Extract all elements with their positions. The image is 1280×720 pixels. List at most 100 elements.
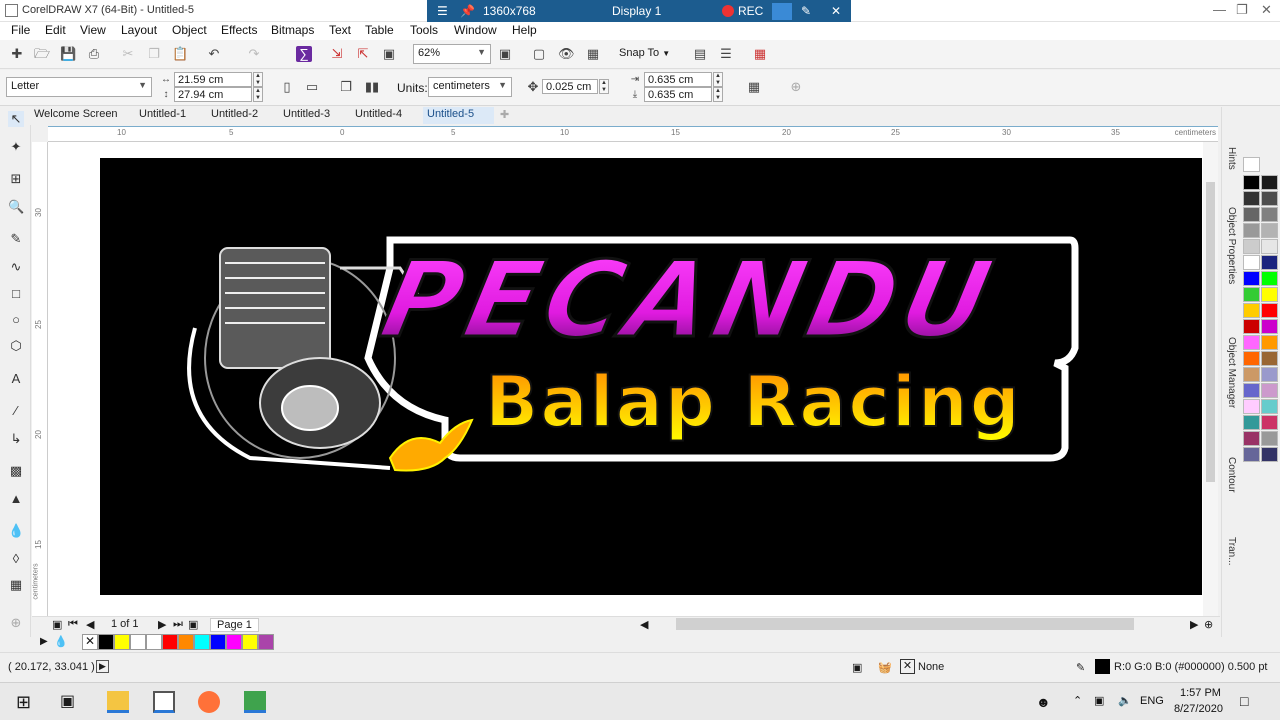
print-icon[interactable]: ⎙ xyxy=(86,46,102,62)
palette-swatch[interactable] xyxy=(1261,287,1278,302)
palette-swatch[interactable] xyxy=(1243,319,1260,334)
artistic-media-icon[interactable]: ∿ xyxy=(8,259,24,275)
palette-swatch[interactable] xyxy=(1243,383,1260,398)
palette-swatch[interactable] xyxy=(210,634,226,650)
text-tool-icon[interactable]: A xyxy=(8,371,24,387)
palette-swatch[interactable] xyxy=(1261,335,1278,350)
smart-fill-icon[interactable]: ▦ xyxy=(8,577,24,593)
nudge-distance-field[interactable]: 0.025 cm xyxy=(542,79,598,94)
menu-table[interactable]: Table xyxy=(365,23,394,37)
save-icon[interactable]: 💾 xyxy=(60,46,76,62)
palette-swatch[interactable] xyxy=(258,634,274,650)
scroll-left-icon[interactable]: ◀ xyxy=(640,618,648,631)
ellipse-tool-icon[interactable]: ○ xyxy=(8,312,24,328)
pin-icon[interactable]: 📌 xyxy=(460,4,475,18)
all-pages-icon[interactable]: ❐ xyxy=(338,79,354,95)
palette-swatch[interactable] xyxy=(1261,399,1278,414)
coreldraw-taskbar-icon[interactable] xyxy=(153,691,175,713)
export-icon[interactable]: ⇱ xyxy=(355,46,371,62)
menu-text[interactable]: Text xyxy=(329,23,351,37)
drop-shadow-icon[interactable]: ▩ xyxy=(8,463,24,479)
pen-icon[interactable]: ✎ xyxy=(801,4,811,18)
people-icon[interactable]: ☻ xyxy=(1036,694,1051,710)
network-icon[interactable]: ▣ xyxy=(1094,694,1104,707)
file-explorer-icon[interactable] xyxy=(107,691,129,713)
add-page-after-icon[interactable]: ▣ xyxy=(188,618,198,631)
palette-swatch[interactable] xyxy=(1243,335,1260,350)
palette-swatch[interactable] xyxy=(98,634,114,650)
palette-swatch[interactable] xyxy=(162,634,178,650)
tray-chevron-icon[interactable]: ⌃ xyxy=(1073,694,1082,707)
vertical-scroll-thumb[interactable] xyxy=(1206,182,1215,482)
zoom-level-select[interactable]: 62% ▼ xyxy=(413,44,491,64)
open-folder-icon[interactable]: 🗁 xyxy=(34,46,50,62)
notifications-icon[interactable]: □ xyxy=(1240,693,1248,709)
crop-tool-icon[interactable]: ⊞ xyxy=(8,171,24,187)
zoom-to-page-icon[interactable]: ▣ xyxy=(497,46,513,62)
palette-swatch[interactable] xyxy=(1243,287,1260,302)
next-page-icon[interactable]: ▶ xyxy=(158,618,166,631)
palette-swatch[interactable] xyxy=(1261,367,1278,382)
duplicate-x-field[interactable]: 0.635 cm xyxy=(644,72,712,87)
interactive-fill-icon[interactable]: ◊ xyxy=(8,551,24,567)
palette-swatch[interactable] xyxy=(146,634,162,650)
current-page-icon[interactable]: ▮▮ xyxy=(364,79,380,95)
nudge-spinner[interactable]: ▲ ▼ xyxy=(599,79,609,94)
docker-tab-transformations[interactable]: Tran... xyxy=(1226,537,1237,566)
palette-swatch[interactable] xyxy=(1261,447,1278,462)
eyedropper-tool-icon[interactable]: 💧 xyxy=(8,523,24,539)
import-icon[interactable]: ⇲ xyxy=(329,46,345,62)
close-session-icon[interactable]: ✕ xyxy=(831,4,841,18)
page-height-spinner[interactable]: ▲ ▼ xyxy=(253,87,263,102)
zoom-tool-icon[interactable]: 🔍 xyxy=(8,199,24,215)
palette-swatch[interactable] xyxy=(226,634,242,650)
treat-as-filled-icon[interactable]: ▦ xyxy=(746,79,762,95)
duplicate-y-spinner[interactable]: ▲ ▼ xyxy=(713,87,723,102)
palette-swatch[interactable] xyxy=(1243,303,1260,318)
rec-button[interactable]: REC xyxy=(722,4,763,18)
freehand-tool-icon[interactable]: ✎ xyxy=(8,231,24,247)
full-screen-preview-icon[interactable]: ▢ xyxy=(531,46,547,62)
menu-help[interactable]: Help xyxy=(512,23,537,37)
palette-swatch[interactable] xyxy=(114,634,130,650)
tab-untitled-3[interactable]: Untitled-3 xyxy=(279,107,334,124)
palette-swatch[interactable] xyxy=(1261,351,1278,366)
palette-swatch[interactable] xyxy=(1261,223,1278,238)
palette-swatch[interactable] xyxy=(1243,431,1260,446)
black-artboard-rectangle[interactable]: PECANDU Balap Racing xyxy=(100,158,1202,595)
palette-swatch[interactable] xyxy=(1261,271,1278,286)
menu-bitmaps[interactable]: Bitmaps xyxy=(271,23,314,37)
menu-object[interactable]: Object xyxy=(172,23,207,37)
menu-effects[interactable]: Effects xyxy=(221,23,257,37)
palette-swatch[interactable] xyxy=(1261,415,1278,430)
windows-start-icon[interactable]: ⊞ xyxy=(16,691,38,713)
palette-swatch[interactable] xyxy=(1261,191,1278,206)
palette-swatch[interactable] xyxy=(178,634,194,650)
last-page-icon[interactable]: ⏭ xyxy=(173,618,183,631)
outline-pen-icon[interactable]: ✎ xyxy=(1076,661,1085,674)
palette-swatch[interactable] xyxy=(1261,255,1278,270)
clock-date[interactable]: 8/27/2020 xyxy=(1174,703,1223,715)
portrait-icon[interactable]: ▯ xyxy=(279,79,295,95)
close-window-button[interactable]: ✕ xyxy=(1261,2,1272,18)
menu-edit[interactable]: Edit xyxy=(45,23,66,37)
welcome-screen-icon[interactable]: ▤ xyxy=(692,46,708,62)
firefox-icon[interactable] xyxy=(198,691,220,713)
menu-view[interactable]: View xyxy=(80,23,106,37)
status-arrow-icon[interactable]: ▶ xyxy=(96,660,109,673)
new-document-icon[interactable]: ✚ xyxy=(9,46,25,62)
tab-welcome-screen[interactable]: Welcome Screen xyxy=(30,107,122,124)
palette-swatch[interactable] xyxy=(130,634,146,650)
tab-untitled-2[interactable]: Untitled-2 xyxy=(207,107,262,124)
connector-tool-icon[interactable]: ↳ xyxy=(8,431,24,447)
language-indicator[interactable]: ENG xyxy=(1140,695,1164,707)
duplicate-x-spinner[interactable]: ▲ ▼ xyxy=(713,72,723,87)
show-rulers-icon[interactable]: 👁 xyxy=(558,46,575,62)
menu-lines-icon[interactable]: ☰ xyxy=(437,4,448,18)
palette-swatch[interactable] xyxy=(1243,351,1260,366)
units-select[interactable]: centimeters ▼ xyxy=(428,77,512,97)
page-height-field[interactable]: 27.94 cm xyxy=(174,87,252,102)
show-grid-icon[interactable]: ▦ xyxy=(585,46,601,62)
publish-pdf-icon[interactable]: ▣ xyxy=(381,46,397,62)
undo-icon[interactable]: ↶ xyxy=(206,46,222,62)
